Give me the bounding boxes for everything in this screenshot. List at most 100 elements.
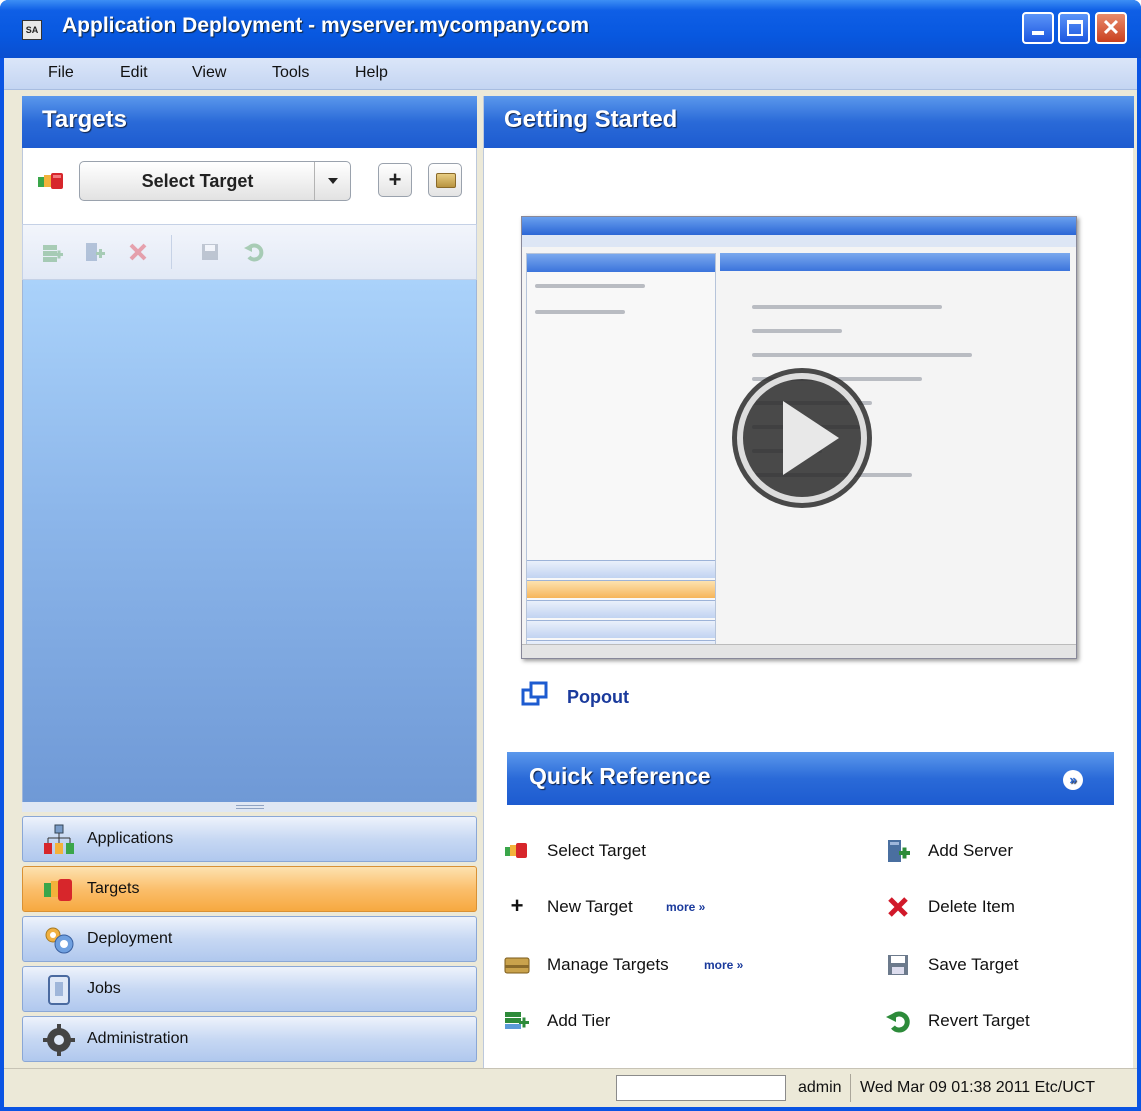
target-actions-bar: [22, 224, 477, 280]
nav-jobs[interactable]: Jobs: [22, 966, 477, 1012]
targets-panel-header: Targets: [22, 96, 477, 148]
nav-label: Applications: [87, 830, 174, 847]
targets-icon: [38, 173, 63, 189]
video-thumbnail-nav: [527, 580, 715, 598]
revert-icon[interactable]: [243, 241, 265, 263]
select-target-value: Select Target: [141, 171, 254, 191]
qr-manage-targets[interactable]: Manage Targets more »: [504, 951, 764, 981]
target-tree-area[interactable]: [22, 280, 477, 802]
qr-label: Manage Targets: [547, 955, 669, 974]
menu-help[interactable]: Help: [355, 64, 388, 82]
revert-icon: [886, 1011, 910, 1033]
applications-icon: [44, 824, 74, 854]
nav-applications[interactable]: Applications: [22, 816, 477, 862]
status-datetime: Wed Mar 09 01:38 2011 Etc/UCT: [860, 1079, 1096, 1096]
nav-targets[interactable]: Targets: [22, 866, 477, 912]
administration-icon: [43, 1024, 75, 1056]
nav-label: Jobs: [87, 980, 121, 997]
manage-targets-icon: [436, 173, 456, 188]
manage-targets-icon: [504, 957, 530, 974]
toolbar-separator: [171, 235, 172, 269]
targets-icon: [44, 879, 72, 901]
nav-administration[interactable]: Administration: [22, 1016, 477, 1062]
video-thumbnail-titlebar: [522, 217, 1076, 235]
title-bar[interactable]: SA Application Deployment - myserver.myc…: [0, 0, 1141, 58]
delete-icon[interactable]: [127, 241, 149, 263]
status-user: admin: [798, 1079, 842, 1096]
add-tier-icon: [505, 1012, 529, 1029]
menu-view[interactable]: View: [192, 64, 226, 82]
qr-label: Add Server: [928, 841, 1014, 860]
add-tier-icon[interactable]: [41, 241, 63, 263]
menu-tools[interactable]: Tools: [272, 64, 309, 82]
menu-edit[interactable]: Edit: [120, 64, 148, 82]
getting-started-video[interactable]: [521, 216, 1077, 659]
jobs-icon: [48, 975, 70, 1005]
delete-icon: [888, 897, 908, 917]
plus-icon: +: [388, 167, 402, 192]
close-icon: ✕: [1101, 15, 1121, 40]
qr-new-target[interactable]: + New Target more »: [504, 893, 734, 923]
video-thumbnail-line: [752, 305, 942, 309]
targets-toolbar: Select Target +: [22, 148, 477, 224]
nav-label: Targets: [87, 880, 140, 897]
nav-label: Administration: [87, 1030, 189, 1047]
video-thumbnail-nav: [527, 560, 715, 578]
add-target-button[interactable]: +: [378, 163, 412, 197]
add-server-icon[interactable]: [83, 241, 105, 263]
client-area: File Edit View Tools Help Targets Select…: [4, 58, 1137, 1107]
video-thumbnail-right-header: [720, 253, 1070, 271]
qr-label: Select Target: [547, 841, 646, 860]
video-thumbnail-line: [752, 353, 972, 357]
close-button[interactable]: ✕: [1095, 12, 1127, 44]
window-title: Application Deployment - myserver.mycomp…: [62, 14, 590, 37]
minimize-button[interactable]: [1022, 12, 1054, 44]
menu-file[interactable]: File: [48, 64, 74, 82]
video-thumbnail-left-header: [527, 254, 715, 272]
video-thumbnail-nav: [527, 620, 715, 638]
play-icon[interactable]: [727, 363, 877, 513]
status-progress-field: [616, 1075, 786, 1101]
select-target-icon: [505, 843, 527, 858]
status-separator: [850, 1074, 851, 1102]
plus-icon: +: [510, 893, 524, 918]
select-target-dropdown[interactable]: Select Target: [79, 161, 351, 201]
maximize-button[interactable]: [1058, 12, 1090, 44]
maximize-icon: [1067, 20, 1083, 36]
qr-label: New Target: [547, 897, 633, 916]
nav-label: Deployment: [87, 930, 173, 947]
minimize-icon: [1032, 31, 1044, 35]
manage-targets-button[interactable]: [428, 163, 462, 197]
getting-started-header: Getting Started: [484, 96, 1134, 148]
save-icon[interactable]: [199, 241, 221, 263]
video-thumbnail-menubar: [522, 235, 1076, 247]
splitter-grip[interactable]: [236, 805, 264, 809]
add-server-icon: [888, 840, 910, 862]
qr-label: Revert Target: [928, 1011, 1030, 1030]
video-thumbnail-statusbar: [522, 644, 1076, 658]
dropdown-arrow-button[interactable]: [314, 162, 350, 200]
qr-label: Add Tier: [547, 1011, 611, 1030]
video-thumbnail-line: [535, 284, 645, 288]
chevron-down-icon: [328, 178, 338, 184]
more-link[interactable]: more »: [666, 900, 705, 914]
menu-bar: File Edit View Tools Help: [4, 58, 1137, 90]
qr-label: Delete Item: [928, 897, 1015, 916]
panel-splitter[interactable]: [22, 802, 477, 812]
application-window: SA Application Deployment - myserver.myc…: [0, 0, 1141, 1111]
collapse-icon[interactable]: »: [1063, 770, 1083, 790]
video-thumbnail-line: [752, 329, 842, 333]
popout-label: Popout: [567, 687, 629, 707]
deployment-icon: [45, 927, 74, 954]
video-thumbnail-line: [535, 310, 625, 314]
app-icon: SA: [22, 20, 42, 40]
more-link[interactable]: more »: [704, 958, 743, 972]
nav-deployment[interactable]: Deployment: [22, 916, 477, 962]
popout-icon: [521, 681, 548, 706]
video-thumbnail-left-pane: [526, 253, 716, 658]
quick-reference-header[interactable]: Quick Reference »: [507, 752, 1114, 805]
save-icon: [888, 955, 908, 975]
qr-label: Save Target: [928, 955, 1019, 974]
quick-reference-title: Quick Reference: [529, 763, 711, 789]
getting-started-panel: Getting Started Popout Quick Reference »…: [483, 96, 1134, 1068]
